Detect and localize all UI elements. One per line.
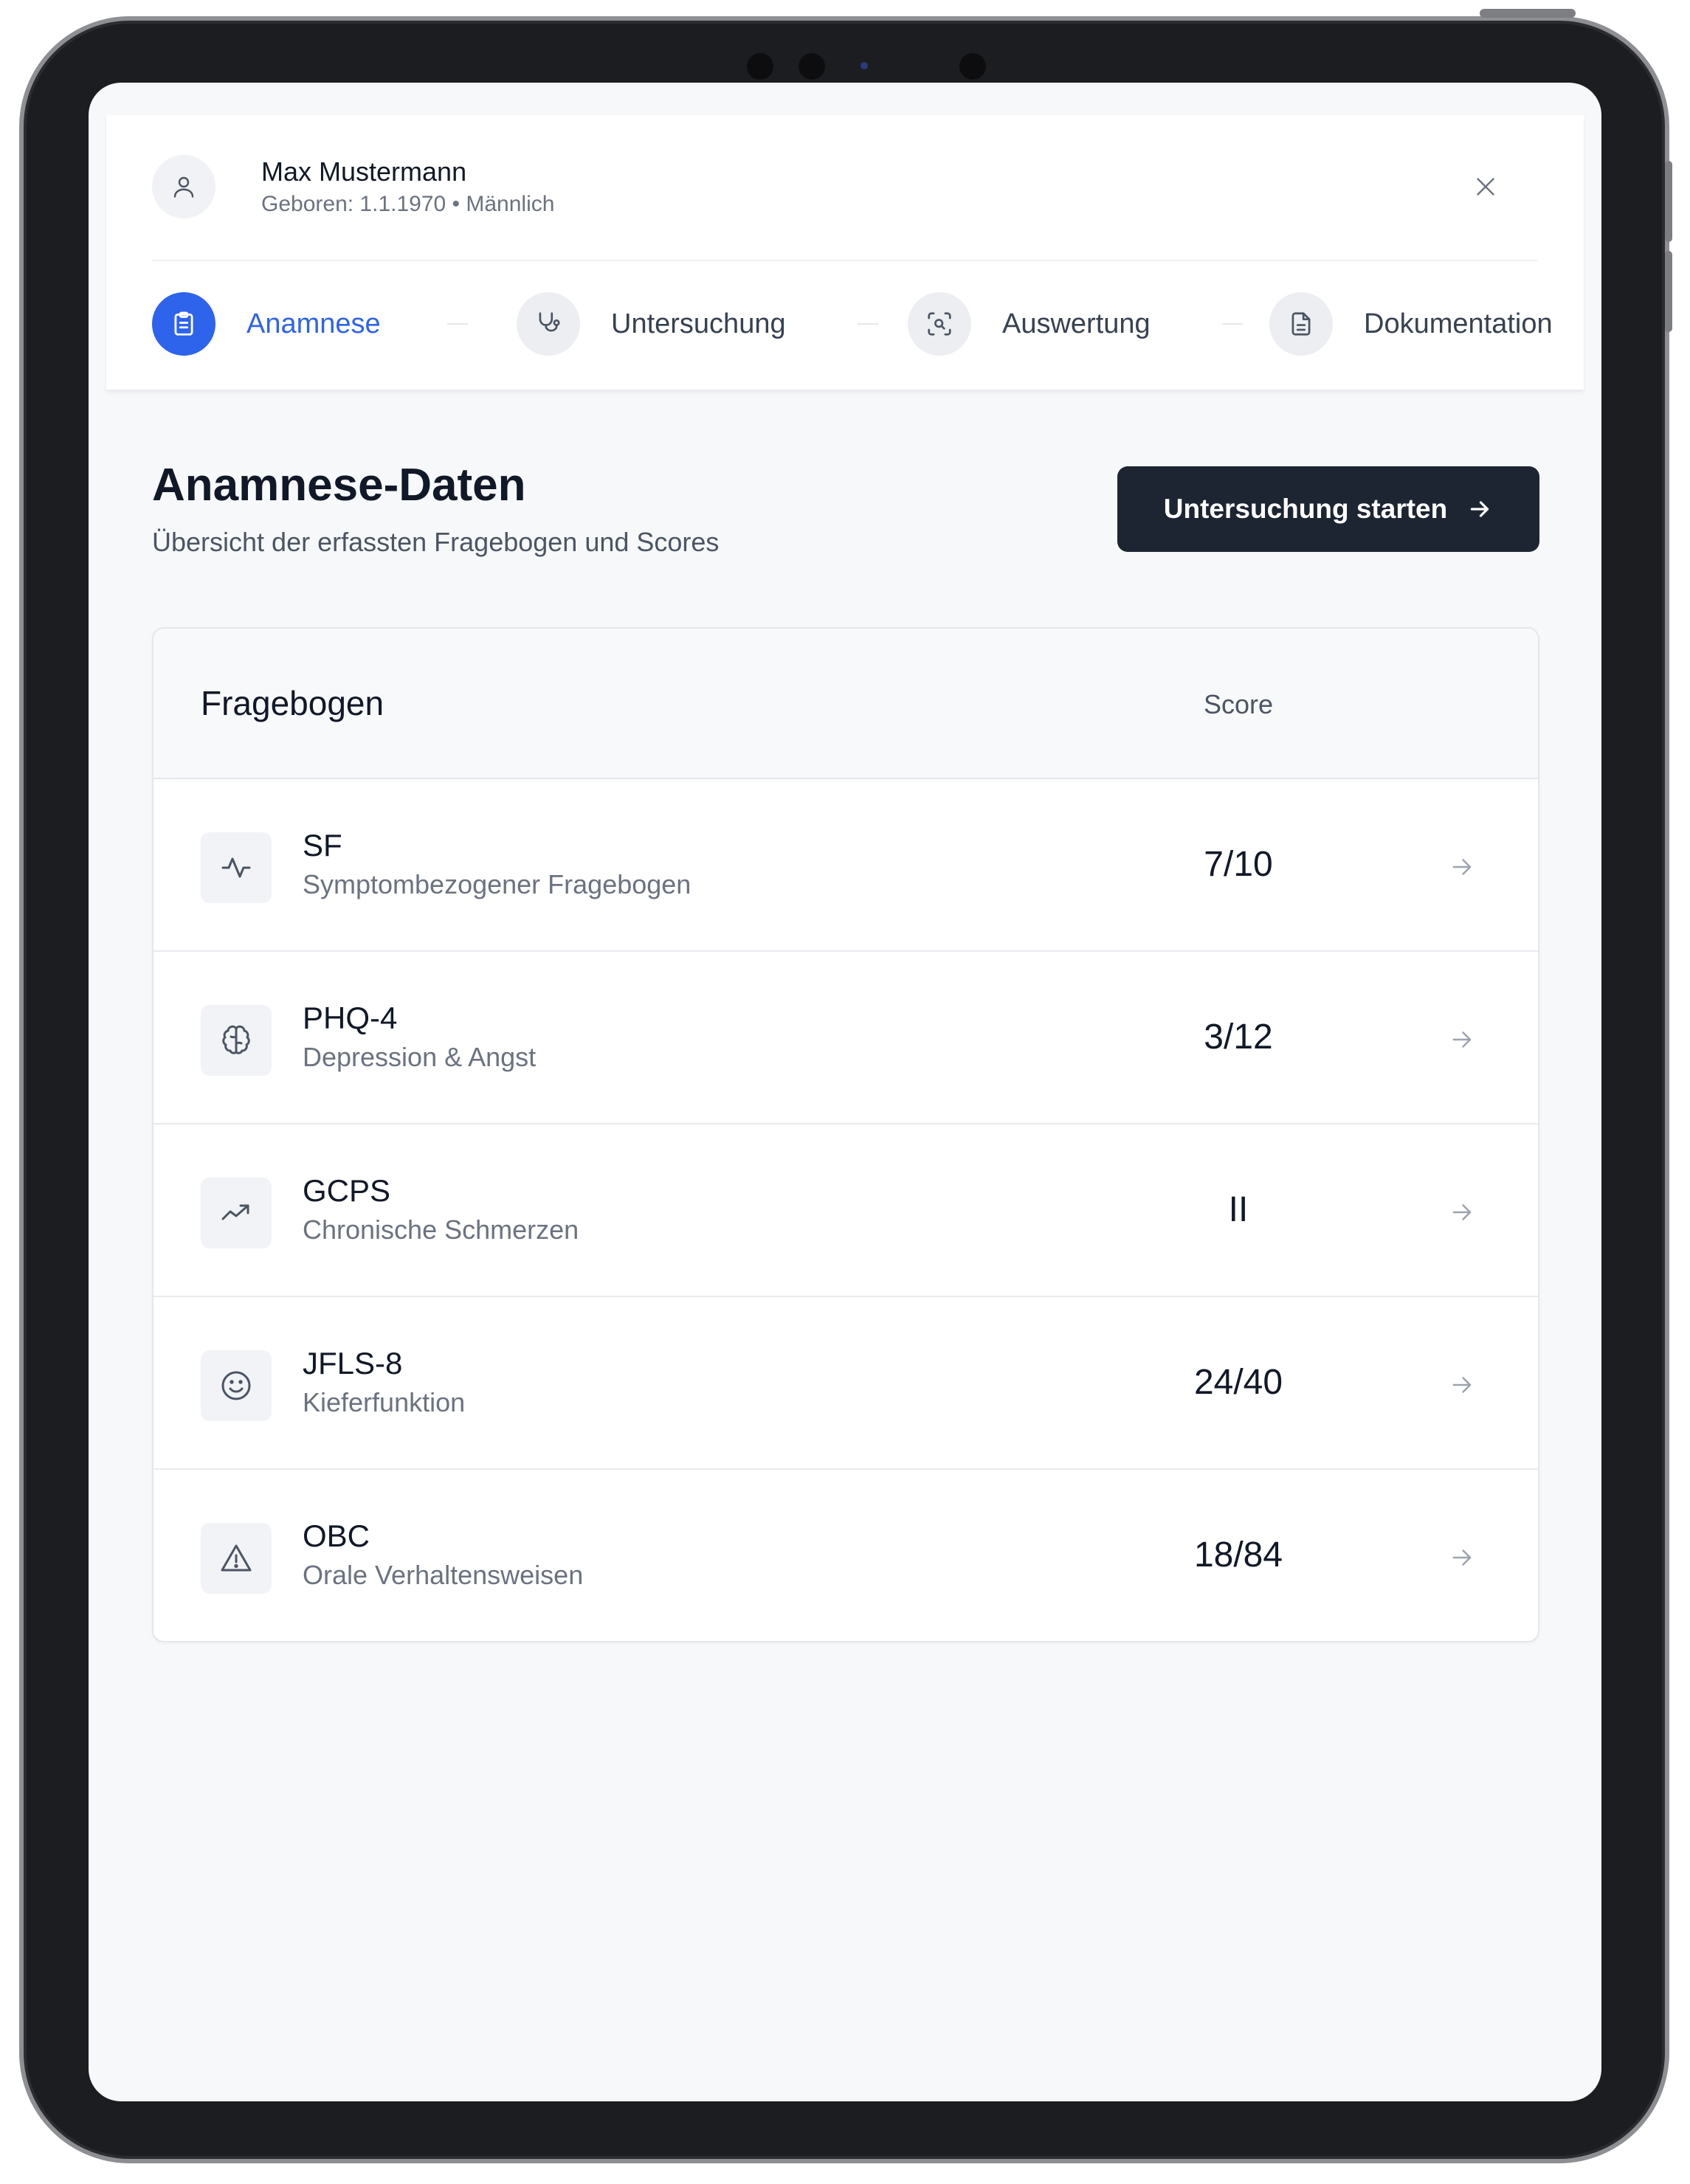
app-screen: Max Mustermann Geboren: 1.1.1970 • Männl… <box>89 83 1601 2101</box>
stethoscope-icon <box>517 292 580 356</box>
arrow-right-icon[interactable] <box>1445 1195 1479 1229</box>
user-icon <box>152 155 215 218</box>
row-description: Chronische Schmerzen <box>303 1214 579 1245</box>
step-auswertung[interactable]: Auswertung <box>908 292 1151 356</box>
file-text-icon <box>1269 292 1333 356</box>
step-label: Untersuchung <box>611 308 786 339</box>
row-score: 7/10 <box>1204 845 1273 884</box>
row-description: Symptombezogener Fragebogen <box>303 869 691 899</box>
table-row-gcps[interactable]: GCPS Chronische Schmerzen II <box>154 1124 1538 1297</box>
workflow-steps: Anamnese Untersuchung Auswertung Dokumen… <box>152 292 1553 356</box>
header-divider <box>152 260 1538 261</box>
arrow-right-icon[interactable] <box>1445 1023 1479 1057</box>
brain-icon <box>201 1005 272 1076</box>
table-row-jfls8[interactable]: JFLS-8 Kieferfunktion 24/40 <box>154 1297 1538 1470</box>
arrow-right-icon[interactable] <box>1445 850 1479 884</box>
step-dokumentation[interactable]: Dokumentation <box>1269 292 1553 356</box>
step-label: Dokumentation <box>1364 308 1553 339</box>
row-description: Orale Verhaltensweisen <box>303 1560 584 1590</box>
trending-up-icon <box>201 1178 272 1248</box>
table-row-obc[interactable]: OBC Orale Verhaltensweisen 18/84 <box>154 1470 1538 1641</box>
row-description: Kieferfunktion <box>303 1387 466 1417</box>
alert-triangle-icon <box>201 1523 272 1594</box>
activity-icon <box>201 832 272 903</box>
row-code: OBC <box>303 1518 370 1553</box>
row-score: 18/84 <box>1193 1535 1283 1575</box>
step-label: Auswertung <box>1002 308 1151 339</box>
start-button-label: Untersuchung starten <box>1163 494 1448 524</box>
power-button <box>1480 9 1576 18</box>
volume-down-button <box>1665 251 1672 332</box>
scan-search-icon <box>908 292 971 356</box>
camera-bar <box>747 52 990 81</box>
step-label: Anamnese <box>246 308 381 339</box>
step-separator <box>1222 323 1243 325</box>
table-row-sf[interactable]: SF Symptombezogener Fragebogen 7/10 <box>154 779 1538 952</box>
patient-header: Max Mustermann Geboren: 1.1.1970 • Männl… <box>106 115 1584 390</box>
arrow-right-icon[interactable] <box>1445 1541 1479 1575</box>
table-row-phq4[interactable]: PHQ-4 Depression & Angst 3/12 <box>154 952 1538 1124</box>
start-examination-button[interactable]: Untersuchung starten <box>1117 466 1539 552</box>
row-score: 24/40 <box>1193 1363 1283 1402</box>
patient-name: Max Mustermann <box>261 156 467 187</box>
row-code: SF <box>303 828 342 863</box>
page-subtitle: Übersicht der erfassten Fragebogen und S… <box>152 527 720 557</box>
column-header-score: Score <box>1203 689 1274 719</box>
row-code: PHQ-4 <box>303 1001 398 1035</box>
table-body: SF Symptombezogener Fragebogen 7/10 PHQ-… <box>154 779 1538 1641</box>
clipboard-icon <box>152 292 215 356</box>
row-score: 3/12 <box>1204 1017 1273 1057</box>
page-title: Anamnese-Daten <box>152 460 526 511</box>
close-button[interactable] <box>1454 155 1517 218</box>
step-anamnese[interactable]: Anamnese <box>152 292 381 356</box>
row-code: JFLS-8 <box>303 1346 403 1380</box>
table-header: Fragebogen Score <box>154 629 1538 779</box>
patient-meta: Geboren: 1.1.1970 • Männlich <box>261 192 555 216</box>
questionnaire-table: Fragebogen Score SF Symptombezogener Fra… <box>152 627 1539 1642</box>
step-untersuchung[interactable]: Untersuchung <box>517 292 786 356</box>
arrow-right-icon <box>1471 501 1489 517</box>
smile-icon <box>201 1350 272 1421</box>
row-score: II <box>1228 1190 1249 1229</box>
volume-up-button <box>1665 161 1672 242</box>
column-header-questionnaire: Fragebogen <box>201 684 384 722</box>
step-separator <box>447 323 468 325</box>
close-icon <box>1477 178 1494 196</box>
arrow-right-icon[interactable] <box>1445 1368 1479 1402</box>
step-separator <box>858 323 878 325</box>
row-description: Depression & Angst <box>303 1042 537 1072</box>
row-code: GCPS <box>303 1173 391 1208</box>
